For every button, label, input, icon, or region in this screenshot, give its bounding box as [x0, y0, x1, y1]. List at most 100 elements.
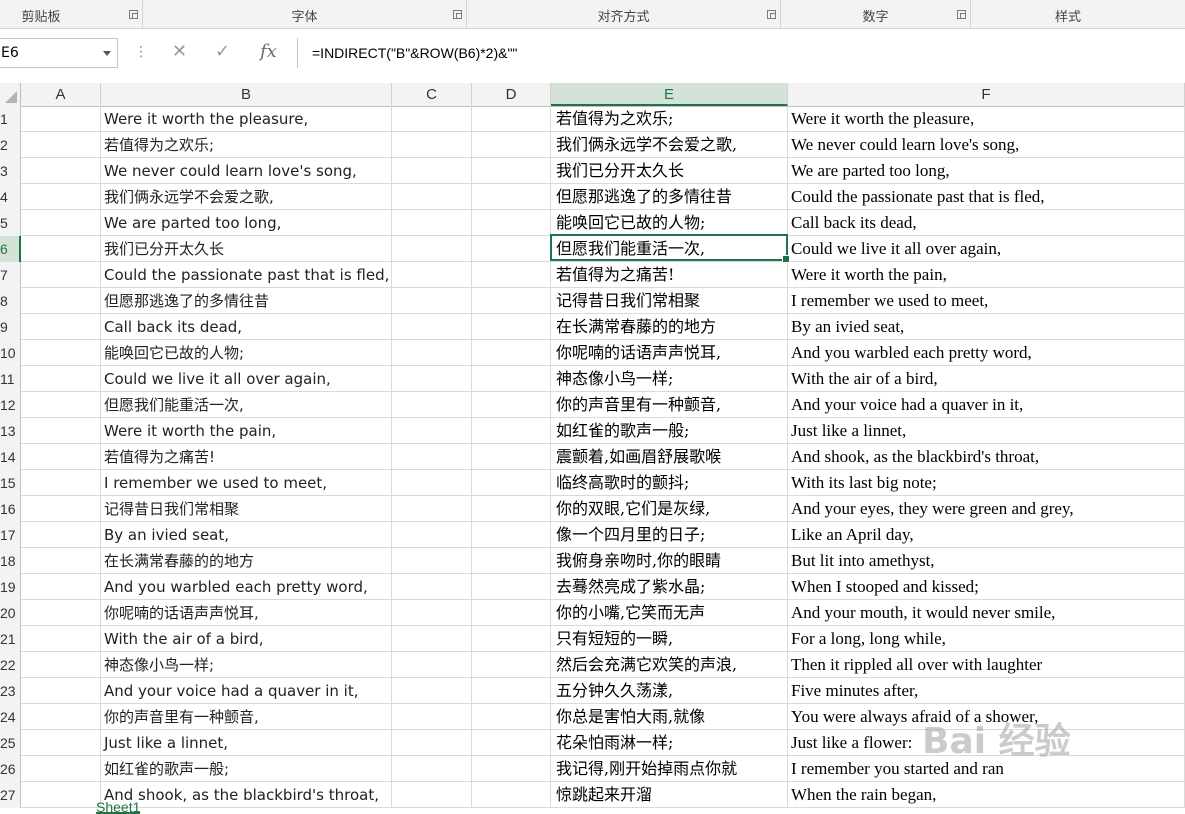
- cell-b[interactable]: Could the passionate past that is fled,: [101, 262, 392, 288]
- cell-b[interactable]: By an ivied seat,: [101, 522, 392, 548]
- row-header[interactable]: 16: [0, 496, 21, 522]
- cell-empty[interactable]: [472, 158, 551, 184]
- cell-b[interactable]: We are parted too long,: [101, 210, 392, 236]
- row-header[interactable]: 14: [0, 444, 21, 470]
- cell-b[interactable]: And you warbled each pretty word,: [101, 574, 392, 600]
- cell-empty[interactable]: [21, 418, 101, 444]
- cell-empty[interactable]: [472, 730, 551, 756]
- cell-empty[interactable]: [21, 652, 101, 678]
- cell-empty[interactable]: [392, 366, 472, 392]
- cell-empty[interactable]: [21, 626, 101, 652]
- cell-e[interactable]: 然后会充满它欢笑的声浪,: [551, 652, 788, 678]
- cell-empty[interactable]: [392, 652, 472, 678]
- cell-empty[interactable]: [21, 106, 101, 132]
- cell-empty[interactable]: [472, 106, 551, 132]
- cell-f[interactable]: Were it worth the pain,: [788, 262, 1185, 288]
- row-header[interactable]: 22: [0, 652, 21, 678]
- cell-empty[interactable]: [21, 314, 101, 340]
- column-header-c[interactable]: C: [392, 83, 472, 106]
- cell-empty[interactable]: [21, 470, 101, 496]
- cell-f[interactable]: Could we live it all over again,: [788, 236, 1185, 262]
- cell-empty[interactable]: [392, 184, 472, 210]
- cell-empty[interactable]: [472, 288, 551, 314]
- cell-empty[interactable]: [472, 678, 551, 704]
- cell-empty[interactable]: [392, 288, 472, 314]
- cell-e[interactable]: 你的声音里有一种颤音,: [551, 392, 788, 418]
- cell-empty[interactable]: [472, 366, 551, 392]
- row-header[interactable]: 3: [0, 158, 21, 184]
- cell-empty[interactable]: [392, 444, 472, 470]
- cell-f[interactable]: Like an April day,: [788, 522, 1185, 548]
- cell-f[interactable]: And your eyes, they were green and grey,: [788, 496, 1185, 522]
- cell-e[interactable]: 你总是害怕大雨,就像: [551, 704, 788, 730]
- cell-b[interactable]: And your voice had a quaver in it,: [101, 678, 392, 704]
- row-header[interactable]: 4: [0, 184, 21, 210]
- cell-empty[interactable]: [472, 756, 551, 782]
- cell-empty[interactable]: [392, 392, 472, 418]
- cell-empty[interactable]: [392, 262, 472, 288]
- cell-e[interactable]: 如红雀的歌声一般;: [551, 418, 788, 444]
- cell-b[interactable]: 神态像小鸟一样;: [101, 652, 392, 678]
- cell-b[interactable]: 在长满常春藤的的地方: [101, 548, 392, 574]
- cell-empty[interactable]: [392, 678, 472, 704]
- insert-function-icon[interactable]: fx: [260, 41, 277, 62]
- row-header[interactable]: 5: [0, 210, 21, 236]
- cell-e[interactable]: 像一个四月里的日子;: [551, 522, 788, 548]
- cell-empty[interactable]: [21, 704, 101, 730]
- cell-e[interactable]: 你的双眼,它们是灰绿,: [551, 496, 788, 522]
- dialog-launcher-icon[interactable]: [453, 10, 462, 19]
- cell-empty[interactable]: [472, 522, 551, 548]
- cell-f[interactable]: We never could learn love's song,: [788, 132, 1185, 158]
- cell-empty[interactable]: [21, 730, 101, 756]
- cell-b[interactable]: 我们俩永远学不会爱之歌,: [101, 184, 392, 210]
- row-header[interactable]: 10: [0, 340, 21, 366]
- cell-empty[interactable]: [392, 106, 472, 132]
- cell-b[interactable]: Call back its dead,: [101, 314, 392, 340]
- cell-empty[interactable]: [472, 392, 551, 418]
- cell-e[interactable]: 若值得为之痛苦!: [551, 262, 788, 288]
- cell-empty[interactable]: [472, 444, 551, 470]
- cell-empty[interactable]: [472, 210, 551, 236]
- cell-empty[interactable]: [21, 756, 101, 782]
- cell-empty[interactable]: [21, 392, 101, 418]
- cell-f[interactable]: We are parted too long,: [788, 158, 1185, 184]
- cell-e[interactable]: 你呢喃的话语声声悦耳,: [551, 340, 788, 366]
- cell-empty[interactable]: [392, 522, 472, 548]
- cell-f[interactable]: With the air of a bird,: [788, 366, 1185, 392]
- row-header[interactable]: 13: [0, 418, 21, 444]
- row-header[interactable]: 2: [0, 132, 21, 158]
- cell-empty[interactable]: [21, 496, 101, 522]
- cell-e[interactable]: 临终高歌时的颤抖;: [551, 470, 788, 496]
- cell-b[interactable]: 若值得为之痛苦!: [101, 444, 392, 470]
- cell-e[interactable]: 神态像小鸟一样;: [551, 366, 788, 392]
- cell-empty[interactable]: [472, 418, 551, 444]
- dialog-launcher-icon[interactable]: [129, 10, 138, 19]
- cell-empty[interactable]: [472, 314, 551, 340]
- cell-b[interactable]: 但愿我们能重活一次,: [101, 392, 392, 418]
- cell-f[interactable]: And you warbled each pretty word,: [788, 340, 1185, 366]
- cell-b[interactable]: 你呢喃的话语声声悦耳,: [101, 600, 392, 626]
- cell-b[interactable]: 记得昔日我们常相聚: [101, 496, 392, 522]
- cell-e[interactable]: 五分钟久久荡漾,: [551, 678, 788, 704]
- cell-e[interactable]: 能唤回它已故的人物;: [551, 210, 788, 236]
- cell-f[interactable]: And your mouth, it would never smile,: [788, 600, 1185, 626]
- cell-f[interactable]: And your voice had a quaver in it,: [788, 392, 1185, 418]
- cell-empty[interactable]: [392, 548, 472, 574]
- row-header[interactable]: 6: [0, 236, 21, 262]
- cell-e[interactable]: 惊跳起来开溜: [551, 782, 788, 808]
- cancel-icon[interactable]: ✕: [172, 41, 187, 62]
- cell-f[interactable]: By an ivied seat,: [788, 314, 1185, 340]
- row-header[interactable]: 21: [0, 626, 21, 652]
- row-header[interactable]: 9: [0, 314, 21, 340]
- cell-empty[interactable]: [472, 470, 551, 496]
- cell-f[interactable]: Just like a linnet,: [788, 418, 1185, 444]
- cell-b[interactable]: We never could learn love's song,: [101, 158, 392, 184]
- cell-empty[interactable]: [21, 262, 101, 288]
- cell-f[interactable]: With its last big note;: [788, 470, 1185, 496]
- cell-empty[interactable]: [392, 600, 472, 626]
- cell-f[interactable]: For a long, long while,: [788, 626, 1185, 652]
- cell-e[interactable]: 去蓦然亮成了紫水晶;: [551, 574, 788, 600]
- cell-b[interactable]: Were it worth the pleasure,: [101, 106, 392, 132]
- row-header[interactable]: 8: [0, 288, 21, 314]
- cell-b[interactable]: 但愿那逃逸了的多情往昔: [101, 288, 392, 314]
